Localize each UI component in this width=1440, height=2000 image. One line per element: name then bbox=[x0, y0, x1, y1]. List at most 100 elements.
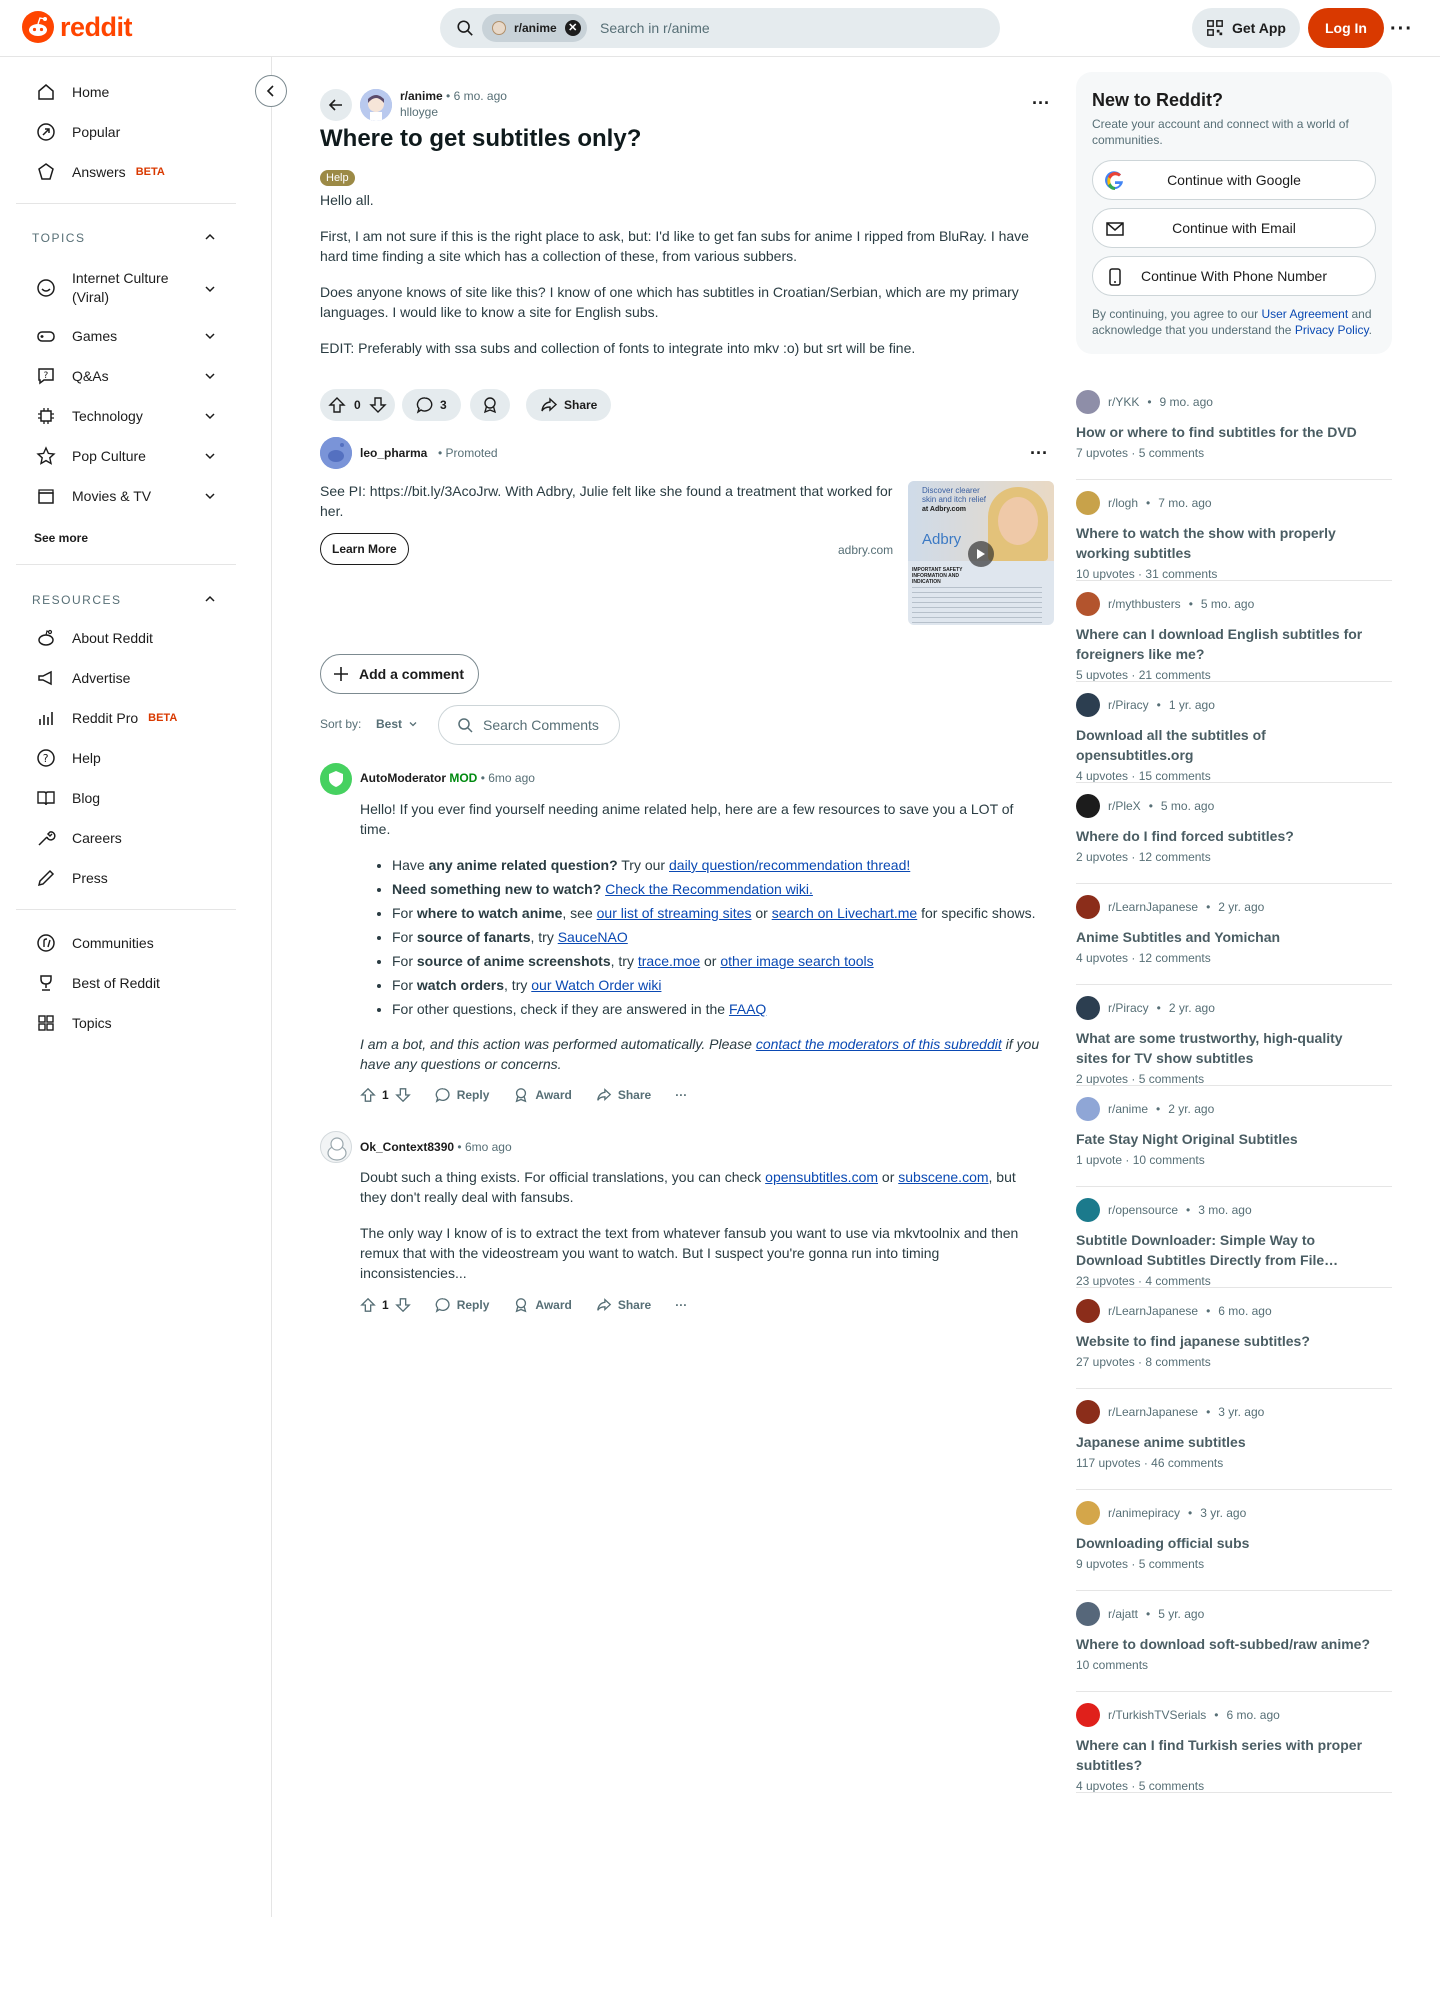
related-post-title[interactable]: Where do I find forced subtitles? bbox=[1076, 826, 1376, 846]
reply-button[interactable]: Reply bbox=[435, 1297, 489, 1313]
comments-button[interactable]: 3 bbox=[402, 389, 461, 421]
related-post-subreddit[interactable]: r/PleX bbox=[1108, 799, 1141, 813]
sidebar-item-reddit-pro[interactable]: Reddit Pro BETA bbox=[16, 698, 236, 738]
see-more-link[interactable]: See more bbox=[34, 531, 88, 545]
chevron-up-icon[interactable] bbox=[204, 593, 216, 605]
privacy-policy-link[interactable]: Privacy Policy bbox=[1295, 323, 1369, 337]
community-avatar-icon[interactable] bbox=[1076, 1198, 1100, 1222]
sidebar-item-blog[interactable]: Blog bbox=[16, 778, 236, 818]
resources-heading[interactable]: RESOURCES bbox=[32, 593, 122, 607]
related-post-subreddit[interactable]: r/LearnJapanese bbox=[1108, 1405, 1198, 1419]
community-avatar-icon[interactable] bbox=[1076, 592, 1100, 616]
login-button[interactable]: Log In bbox=[1308, 8, 1384, 48]
comment-link[interactable]: subscene.com bbox=[898, 1169, 988, 1185]
related-post[interactable]: r/opensource • 3 mo. ago Subtitle Downloade… bbox=[1076, 1198, 1392, 1299]
sidebar-item-qas[interactable]: ? Q&As bbox=[16, 356, 236, 396]
sidebar-item-internet-culture[interactable]: Internet Culture (Viral) bbox=[16, 265, 236, 311]
related-post[interactable]: r/anime • 2 yr. ago Fate Stay Night Origina… bbox=[1076, 1097, 1392, 1198]
search-scope-chip[interactable]: r/anime ✕ bbox=[482, 14, 587, 42]
subreddit-avatar[interactable] bbox=[360, 89, 392, 121]
related-post-subreddit[interactable]: r/opensource bbox=[1108, 1203, 1178, 1217]
related-post-subreddit[interactable]: r/TurkishTVSerials bbox=[1108, 1708, 1206, 1722]
related-post[interactable]: r/logh • 7 mo. ago Where to watch the show … bbox=[1076, 491, 1392, 592]
continue-with-email-button[interactable]: Continue with Email bbox=[1092, 208, 1376, 248]
award-button[interactable]: Award bbox=[513, 1087, 572, 1103]
related-post-subreddit[interactable]: r/animepiracy bbox=[1108, 1506, 1180, 1520]
community-avatar-icon[interactable] bbox=[1076, 491, 1100, 515]
topics-heading[interactable]: TOPICS bbox=[32, 231, 85, 245]
related-post-title[interactable]: Where to download soft-subbed/raw anime? bbox=[1076, 1634, 1376, 1654]
comment-link[interactable]: SauceNAO bbox=[558, 929, 628, 945]
search-input[interactable]: Search in r/anime bbox=[600, 20, 710, 36]
comment-link[interactable]: search on Livechart.me bbox=[772, 905, 918, 921]
search-bar[interactable]: r/anime ✕ Search in r/anime bbox=[440, 8, 1000, 48]
related-post[interactable]: r/TurkishTVSerials • 6 mo. ago Where can I … bbox=[1076, 1703, 1392, 1804]
upvote-icon[interactable] bbox=[328, 396, 346, 414]
post-author[interactable]: hlloyge bbox=[400, 105, 438, 119]
sidebar-item-home[interactable]: Home bbox=[16, 72, 236, 112]
sidebar-item-topics[interactable]: Topics bbox=[16, 1003, 236, 1043]
related-post-title[interactable]: Where can I download English subtitles f… bbox=[1076, 624, 1376, 664]
reply-button[interactable]: Reply bbox=[435, 1087, 489, 1103]
comment-username[interactable]: AutoModerator bbox=[360, 771, 446, 785]
related-post-title[interactable]: What are some trustworthy, high-quality … bbox=[1076, 1028, 1376, 1068]
ad-domain[interactable]: adbry.com bbox=[838, 543, 893, 557]
sidebar-item-communities[interactable]: Communities bbox=[16, 923, 236, 963]
related-post-title[interactable]: Download all the subtitles of opensubtit… bbox=[1076, 725, 1376, 765]
related-post[interactable]: r/animepiracy • 3 yr. ago Downloading offic… bbox=[1076, 1501, 1392, 1602]
ad-text[interactable]: See PI: https://bit.ly/3AcoJrw. With Adb… bbox=[320, 481, 900, 521]
collapse-sidebar-button[interactable] bbox=[255, 75, 287, 107]
downvote-icon[interactable] bbox=[368, 396, 387, 414]
related-post[interactable]: r/ajatt • 5 yr. ago Where to download soft-… bbox=[1076, 1602, 1392, 1703]
play-icon[interactable] bbox=[968, 541, 994, 567]
sidebar-item-technology[interactable]: Technology bbox=[16, 396, 236, 436]
related-post[interactable]: r/Piracy • 1 yr. ago Download all the subti… bbox=[1076, 693, 1392, 794]
related-post-title[interactable]: Where can I find Turkish series with pro… bbox=[1076, 1735, 1376, 1775]
community-avatar-icon[interactable] bbox=[1076, 1097, 1100, 1121]
comment-link[interactable]: our Watch Order wiki bbox=[531, 977, 661, 993]
sidebar-item-popular[interactable]: Popular bbox=[16, 112, 236, 152]
share-button[interactable]: Share bbox=[596, 1087, 651, 1103]
related-post-title[interactable]: Subtitle Downloader: Simple Way to Downl… bbox=[1076, 1230, 1376, 1270]
sidebar-item-movies-tv[interactable]: Movies & TV bbox=[16, 476, 236, 516]
chevron-down-icon[interactable] bbox=[204, 370, 216, 382]
chevron-down-icon[interactable] bbox=[204, 410, 216, 422]
sidebar-item-careers[interactable]: Careers bbox=[16, 818, 236, 858]
comment-link[interactable]: opensubtitles.com bbox=[765, 1169, 878, 1185]
community-avatar-icon[interactable] bbox=[1076, 1299, 1100, 1323]
subreddit-link[interactable]: r/anime bbox=[400, 89, 443, 103]
related-post-subreddit[interactable]: r/Piracy bbox=[1108, 698, 1149, 712]
advertiser-avatar[interactable] bbox=[320, 437, 352, 469]
advertiser-name[interactable]: leo_pharma bbox=[360, 446, 427, 460]
related-post-subreddit[interactable]: r/ajatt bbox=[1108, 1607, 1138, 1621]
sidebar-item-best-of-reddit[interactable]: Best of Reddit bbox=[16, 963, 236, 1003]
related-post-title[interactable]: Website to find japanese subtitles? bbox=[1076, 1331, 1376, 1351]
community-avatar-icon[interactable] bbox=[1076, 1703, 1100, 1727]
comment-link[interactable]: FAAQ bbox=[729, 1001, 766, 1017]
community-avatar-icon[interactable] bbox=[1076, 794, 1100, 818]
community-avatar-icon[interactable] bbox=[1076, 390, 1100, 414]
downvote-icon[interactable] bbox=[394, 1297, 411, 1313]
community-avatar-icon[interactable] bbox=[1076, 1400, 1100, 1424]
community-avatar-icon[interactable] bbox=[1076, 895, 1100, 919]
comment-link[interactable]: Check the Recommendation wiki. bbox=[605, 881, 813, 897]
comment-username[interactable]: Ok_Context8390 bbox=[360, 1140, 454, 1154]
back-button[interactable] bbox=[320, 89, 352, 121]
related-post-title[interactable]: Fate Stay Night Original Subtitles bbox=[1076, 1129, 1376, 1149]
chevron-down-icon[interactable] bbox=[204, 450, 216, 462]
clear-scope-icon[interactable]: ✕ bbox=[564, 20, 581, 36]
sidebar-item-answers[interactable]: Answers BETA bbox=[16, 152, 236, 192]
upvote-icon[interactable] bbox=[360, 1297, 376, 1313]
post-flair[interactable]: Help bbox=[320, 170, 355, 186]
related-post-title[interactable]: Downloading official subs bbox=[1076, 1533, 1376, 1553]
search-comments-input[interactable]: Search Comments bbox=[438, 705, 620, 745]
sidebar-item-advertise[interactable]: Advertise bbox=[16, 658, 236, 698]
related-post-title[interactable]: How or where to find subtitles for the D… bbox=[1076, 422, 1376, 442]
related-post[interactable]: r/LearnJapanese • 3 yr. ago Japanese anime … bbox=[1076, 1400, 1392, 1501]
related-post-subreddit[interactable]: r/anime bbox=[1108, 1102, 1148, 1116]
sidebar-item-press[interactable]: Press bbox=[16, 858, 236, 898]
chevron-down-icon[interactable] bbox=[204, 283, 216, 295]
contact-moderators-link[interactable]: contact the moderators of this subreddit bbox=[756, 1036, 1002, 1052]
comment-link[interactable]: trace.moe bbox=[638, 953, 700, 969]
related-post-subreddit[interactable]: r/LearnJapanese bbox=[1108, 1304, 1198, 1318]
